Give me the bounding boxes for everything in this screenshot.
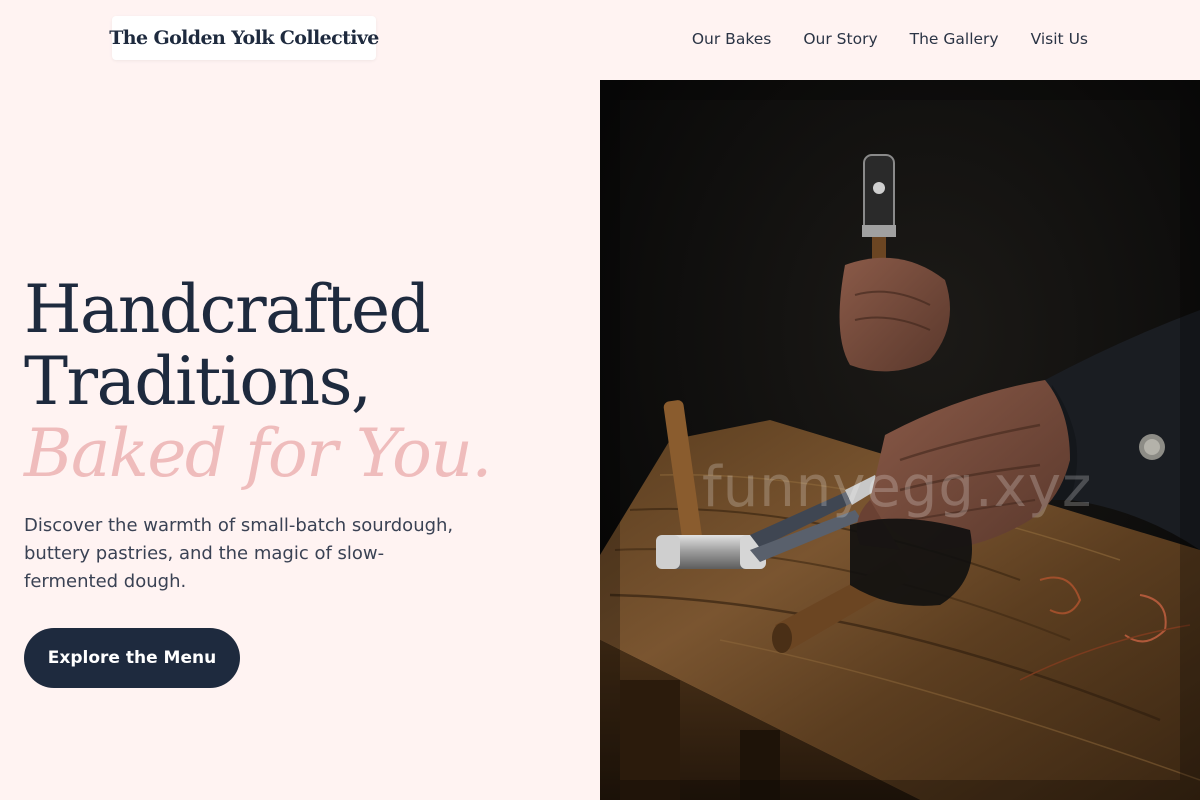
page: The Golden Yolk Collective Our Bakes Our… bbox=[0, 0, 1200, 800]
hero-title-line-1: Handcrafted bbox=[24, 271, 431, 348]
hero-title-line-2: Traditions, bbox=[24, 343, 372, 420]
logo[interactable]: The Golden Yolk Collective bbox=[109, 16, 379, 60]
nav-link-the-gallery[interactable]: The Gallery bbox=[910, 30, 999, 48]
nav-link-visit-us[interactable]: Visit Us bbox=[1031, 30, 1088, 48]
nav-link-our-story[interactable]: Our Story bbox=[803, 30, 877, 48]
hero-image bbox=[600, 80, 1200, 800]
logo-text: The Golden Yolk Collective bbox=[109, 27, 379, 49]
hero-image-illustration bbox=[600, 80, 1200, 800]
explore-menu-button[interactable]: Explore the Menu bbox=[24, 628, 240, 688]
hero-description: Discover the warmth of small-batch sourd… bbox=[24, 515, 454, 592]
hero-title: Handcrafted Traditions, Baked for You. bbox=[24, 271, 492, 492]
hero-title-accent: Baked for You. bbox=[24, 415, 492, 492]
main-nav: Our Bakes Our Story The Gallery Visit Us bbox=[692, 28, 1088, 50]
nav-link-our-bakes[interactable]: Our Bakes bbox=[692, 30, 772, 48]
